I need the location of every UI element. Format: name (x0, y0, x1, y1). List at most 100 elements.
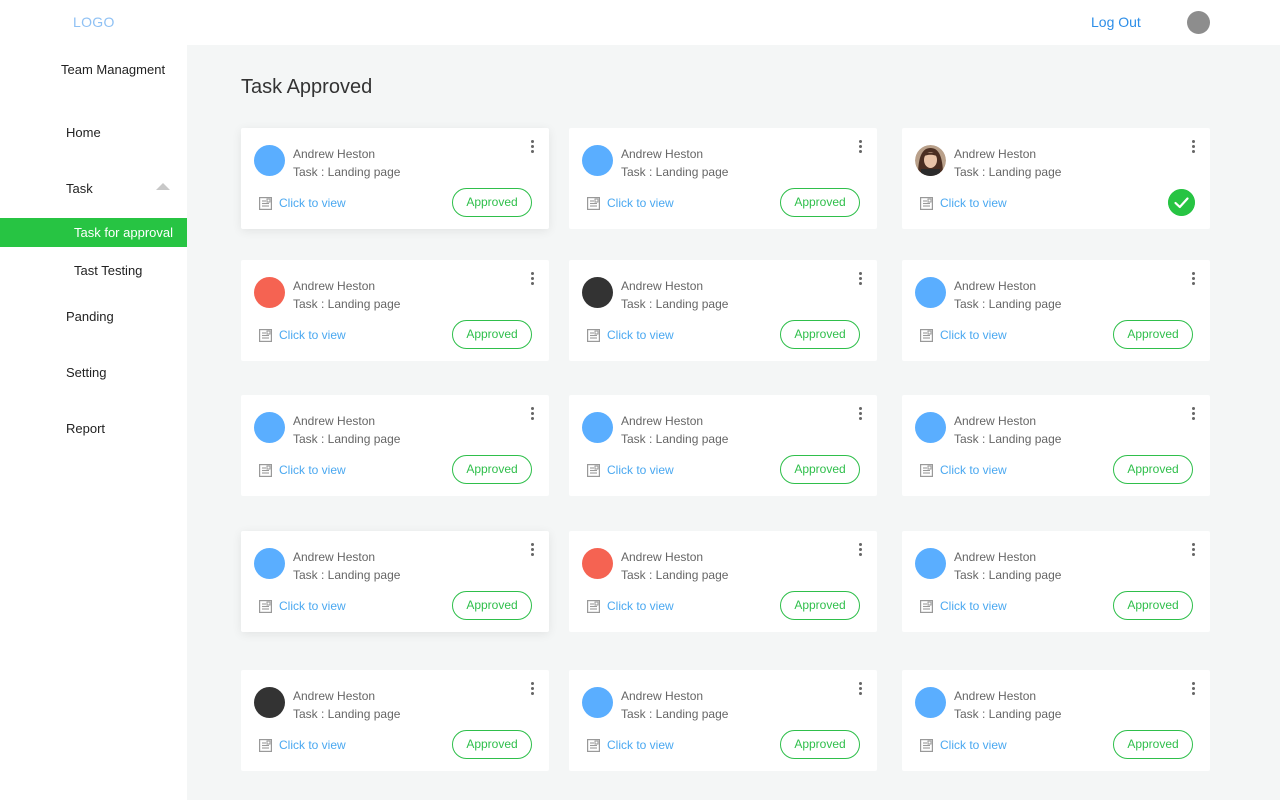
sidebar-item-panding[interactable]: Panding (66, 309, 114, 324)
click-to-view-link[interactable]: Click to view (279, 328, 346, 342)
task-card[interactable]: Andrew Heston Task : Landing page Click … (241, 260, 549, 361)
status-badge[interactable]: Approved (452, 455, 532, 484)
approved-check-icon (1168, 189, 1195, 216)
click-to-view-link[interactable]: Click to view (279, 738, 346, 752)
click-to-view-link[interactable]: Click to view (607, 196, 674, 210)
click-to-view-link[interactable]: Click to view (940, 738, 1007, 752)
top-bar: LOGO Log Out (0, 0, 1280, 45)
caret-up-icon[interactable] (156, 183, 170, 190)
status-badge[interactable]: Approved (452, 591, 532, 620)
status-badge[interactable]: Approved (1113, 591, 1193, 620)
more-options-icon[interactable] (1190, 271, 1198, 287)
document-icon (587, 739, 600, 752)
avatar (915, 412, 946, 443)
click-to-view-link[interactable]: Click to view (940, 328, 1007, 342)
document-icon (259, 739, 272, 752)
more-options-icon[interactable] (529, 406, 537, 422)
sidebar-item-task-for-approval[interactable]: Task for approval (0, 218, 187, 247)
more-options-icon[interactable] (1190, 681, 1198, 697)
page-title: Task Approved (241, 76, 373, 98)
more-options-icon[interactable] (1190, 542, 1198, 558)
more-options-icon[interactable] (529, 139, 537, 155)
task-card[interactable]: Andrew Heston Task : Landing page Click … (569, 395, 877, 496)
document-icon (920, 197, 933, 210)
avatar (582, 548, 613, 579)
assignee-name: Andrew Heston (621, 414, 704, 428)
more-options-icon[interactable] (1190, 406, 1198, 422)
sidebar: Team Managment Home Task Task for approv… (0, 45, 187, 800)
status-badge[interactable]: Approved (1113, 320, 1193, 349)
click-to-view-link[interactable]: Click to view (279, 463, 346, 477)
avatar (915, 687, 946, 718)
more-options-icon[interactable] (529, 681, 537, 697)
assignee-name: Andrew Heston (621, 550, 704, 564)
task-title: Task : Landing page (954, 165, 1062, 179)
status-badge[interactable]: Approved (1113, 730, 1193, 759)
status-badge[interactable]: Approved (452, 320, 532, 349)
sidebar-item-tast-testing[interactable]: Tast Testing (0, 256, 187, 285)
sidebar-item-home[interactable]: Home (66, 125, 101, 140)
assignee-name: Andrew Heston (621, 147, 704, 161)
task-card[interactable]: Andrew Heston Task : Landing page Click … (241, 531, 549, 632)
task-card[interactable]: Andrew Heston Task : Landing page Click … (569, 531, 877, 632)
task-card[interactable]: Andrew Heston Task : Landing page Click … (902, 531, 1210, 632)
click-to-view-link[interactable]: Click to view (940, 196, 1007, 210)
more-options-icon[interactable] (529, 271, 537, 287)
more-options-icon[interactable] (857, 406, 865, 422)
click-to-view-link[interactable]: Click to view (607, 328, 674, 342)
logout-link[interactable]: Log Out (1091, 14, 1141, 30)
status-badge[interactable]: Approved (1113, 455, 1193, 484)
assignee-name: Andrew Heston (954, 550, 1037, 564)
click-to-view-link[interactable]: Click to view (607, 463, 674, 477)
document-icon (587, 464, 600, 477)
document-icon (587, 329, 600, 342)
task-card[interactable]: Andrew Heston Task : Landing page Click … (241, 128, 549, 229)
assignee-name: Andrew Heston (954, 147, 1037, 161)
sidebar-item-setting[interactable]: Setting (66, 365, 106, 380)
sidebar-item-report[interactable]: Report (66, 421, 105, 436)
status-badge[interactable]: Approved (780, 591, 860, 620)
task-title: Task : Landing page (621, 707, 729, 721)
status-badge[interactable]: Approved (780, 455, 860, 484)
status-badge[interactable]: Approved (780, 730, 860, 759)
more-options-icon[interactable] (857, 139, 865, 155)
status-badge[interactable]: Approved (452, 188, 532, 217)
click-to-view-link[interactable]: Click to view (279, 196, 346, 210)
task-card[interactable]: Andrew Heston Task : Landing page Click … (241, 670, 549, 771)
assignee-name: Andrew Heston (954, 279, 1037, 293)
more-options-icon[interactable] (857, 542, 865, 558)
task-card[interactable]: Andrew Heston Task : Landing page Click … (902, 670, 1210, 771)
user-avatar[interactable] (1187, 11, 1210, 34)
click-to-view-link[interactable]: Click to view (940, 463, 1007, 477)
sidebar-item-task[interactable]: Task (66, 181, 93, 196)
more-options-icon[interactable] (1190, 139, 1198, 155)
task-card[interactable]: Andrew Heston Task : Landing page Click … (902, 128, 1210, 229)
more-options-icon[interactable] (857, 271, 865, 287)
click-to-view-link[interactable]: Click to view (940, 599, 1007, 613)
avatar (582, 412, 613, 443)
app-name: Team Managment (61, 62, 166, 77)
more-options-icon[interactable] (529, 542, 537, 558)
avatar (254, 412, 285, 443)
document-icon (259, 197, 272, 210)
more-options-icon[interactable] (857, 681, 865, 697)
status-badge[interactable]: Approved (780, 320, 860, 349)
status-badge[interactable]: Approved (780, 188, 860, 217)
task-title: Task : Landing page (293, 297, 401, 311)
assignee-name: Andrew Heston (954, 689, 1037, 703)
task-card[interactable]: Andrew Heston Task : Landing page Click … (902, 395, 1210, 496)
click-to-view-link[interactable]: Click to view (607, 738, 674, 752)
assignee-name: Andrew Heston (293, 550, 376, 564)
task-title: Task : Landing page (954, 297, 1062, 311)
status-badge[interactable]: Approved (452, 730, 532, 759)
document-icon (587, 600, 600, 613)
click-to-view-link[interactable]: Click to view (279, 599, 346, 613)
task-card[interactable]: Andrew Heston Task : Landing page Click … (569, 670, 877, 771)
click-to-view-link[interactable]: Click to view (607, 599, 674, 613)
task-card[interactable]: Andrew Heston Task : Landing page Click … (569, 260, 877, 361)
assignee-name: Andrew Heston (293, 279, 376, 293)
task-card[interactable]: Andrew Heston Task : Landing page Click … (902, 260, 1210, 361)
logo[interactable]: LOGO (73, 14, 115, 30)
task-card[interactable]: Andrew Heston Task : Landing page Click … (241, 395, 549, 496)
task-card[interactable]: Andrew Heston Task : Landing page Click … (569, 128, 877, 229)
